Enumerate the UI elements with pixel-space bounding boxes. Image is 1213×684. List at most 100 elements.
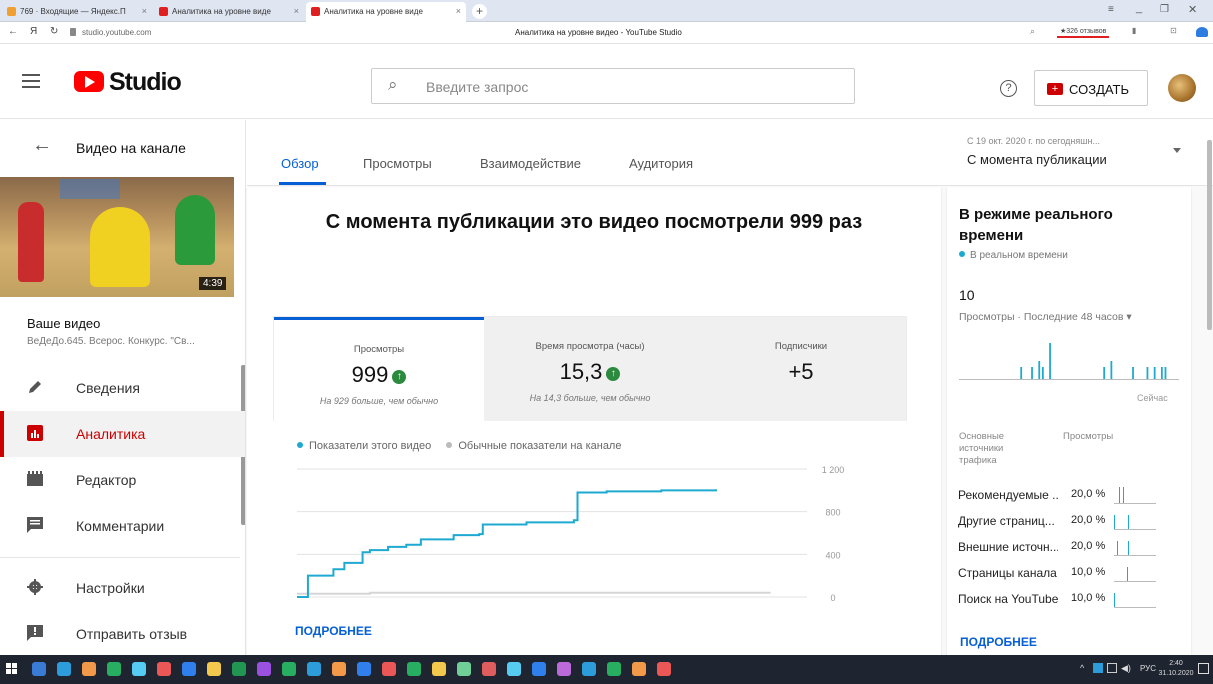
traffic-source-row[interactable]: Поиск на YouTube 10,0 %	[958, 587, 1178, 611]
taskbar-app-icon[interactable]	[482, 662, 496, 676]
browser-tab[interactable]: Аналитика на уровне виде ×	[154, 2, 304, 22]
taskbar-app-icon[interactable]	[32, 662, 46, 676]
tab-engagement[interactable]: Взаимодействие	[480, 156, 581, 171]
y-tick-label: 400	[825, 550, 840, 560]
search-box[interactable]: ⌕ Введите запрос	[371, 68, 855, 104]
tray-arrow-icon[interactable]: ^	[1080, 663, 1084, 673]
address-bar: ← Я ↻ studio.youtube.com Аналитика на ур…	[0, 22, 1213, 44]
traffic-source-row[interactable]: Другие страниц... 20,0 %	[958, 509, 1178, 533]
sidebar: ← Видео на канале 4:39 Ваше видео ВеДеДо…	[0, 120, 246, 655]
notifications-icon[interactable]	[1198, 663, 1209, 674]
taskbar-app-icon[interactable]	[232, 662, 246, 676]
video-thumbnail[interactable]: 4:39	[0, 177, 234, 297]
download-icon[interactable]	[1196, 27, 1208, 37]
avatar[interactable]	[1168, 74, 1196, 102]
taskbar-app-icon[interactable]	[582, 662, 596, 676]
back-arrow-icon[interactable]: ←	[32, 134, 52, 157]
browser-tab-active[interactable]: Аналитика на уровне виде ×	[306, 2, 466, 22]
menu-icon[interactable]: ≡	[1108, 4, 1114, 15]
taskbar-app-icon[interactable]	[657, 662, 671, 676]
channel-videos-link[interactable]: Видео на канале	[76, 140, 186, 156]
source-sparkline	[1114, 593, 1156, 608]
realtime-title: В режиме реального времени	[959, 206, 1113, 244]
clock[interactable]: 2:40 31.10.2020	[1157, 659, 1195, 679]
source-sparkline	[1114, 541, 1156, 556]
taskbar-app-icon[interactable]	[632, 662, 646, 676]
tab-audience[interactable]: Аудитория	[629, 156, 693, 171]
restore-icon[interactable]: ❐	[1160, 4, 1169, 15]
sidebar-item-settings[interactable]: Настройки	[0, 565, 245, 611]
taskbar-app-icon[interactable]	[82, 662, 96, 676]
date-range-select[interactable]: С 19 окт. 2020 г. по сегодняшн... С моме…	[967, 136, 1183, 176]
traffic-source-row[interactable]: Внешние источн... 20,0 %	[958, 535, 1178, 559]
realtime-more-link[interactable]: ПОДРОБНЕЕ	[960, 635, 1037, 649]
youtube-icon	[311, 7, 320, 16]
language-indicator[interactable]: РУС	[1140, 664, 1156, 673]
create-button[interactable]: + СОЗДАТЬ	[1034, 70, 1148, 106]
taskbar-app-icon[interactable]	[432, 662, 446, 676]
taskbar-app-icon[interactable]	[257, 662, 271, 676]
volume-icon[interactable]: ◀)	[1121, 663, 1131, 674]
taskbar-app-icon[interactable]	[307, 662, 321, 676]
close-tab-icon[interactable]: ×	[142, 6, 147, 16]
taskbar-app-icon[interactable]	[407, 662, 421, 676]
yandex-icon[interactable]: Я	[30, 26, 37, 37]
close-window-icon[interactable]: ✕	[1188, 3, 1197, 16]
extension-icon[interactable]: ⊡	[1170, 26, 1177, 35]
taskbar-app-icon[interactable]	[182, 662, 196, 676]
taskbar-app-icon[interactable]	[57, 662, 71, 676]
more-details-link[interactable]: ПОДРОБНЕЕ	[295, 624, 372, 638]
close-tab-icon[interactable]: ×	[294, 6, 299, 16]
tab-overview[interactable]: Обзор	[281, 156, 319, 171]
taskbar-app-icon[interactable]	[557, 662, 571, 676]
taskbar-app-icon[interactable]	[607, 662, 621, 676]
metric-views[interactable]: Просмотры 999 ↑ На 929 больше, чем обычно	[274, 317, 484, 421]
sidebar-item-analytics[interactable]: Аналитика	[0, 411, 245, 457]
metric-watch-time[interactable]: Время просмотра (часы) 15,3 ↑ На 14,3 бол…	[484, 317, 696, 421]
taskbar-app-icon[interactable]	[132, 662, 146, 676]
bookmark-icon[interactable]: ▮	[1132, 26, 1136, 35]
url-text[interactable]: studio.youtube.com	[82, 28, 151, 37]
taskbar-app-icon[interactable]	[382, 662, 396, 676]
taskbar-app-icon[interactable]	[532, 662, 546, 676]
new-tab-button[interactable]: +	[472, 4, 487, 19]
sidebar-item-feedback[interactable]: Отправить отзыв	[0, 611, 245, 655]
search-icon: ⌕	[388, 75, 398, 94]
taskbar-app-icon[interactable]	[207, 662, 221, 676]
taskbar-app-icon[interactable]	[282, 662, 296, 676]
traffic-source-row[interactable]: Страницы канала 10,0 %	[958, 561, 1178, 585]
help-icon[interactable]: ?	[1000, 80, 1017, 97]
taskbar-app-icon[interactable]	[107, 662, 121, 676]
battery-icon[interactable]	[1107, 663, 1117, 673]
tray-icon[interactable]	[1093, 663, 1103, 673]
minimize-icon[interactable]: _	[1136, 2, 1142, 14]
traffic-source-row[interactable]: Рекомендуемые ... 20,0 %	[958, 483, 1178, 507]
taskbar-app-icon[interactable]	[507, 662, 521, 676]
close-tab-icon[interactable]: ×	[456, 6, 461, 16]
windows-start-icon[interactable]	[6, 663, 18, 675]
back-icon[interactable]: ←	[8, 26, 18, 37]
taskbar-app-icon[interactable]	[332, 662, 346, 676]
reload-icon[interactable]: ↻	[50, 26, 58, 37]
hamburger-menu-icon[interactable]	[22, 74, 40, 88]
studio-header: Studio ⌕ Введите запрос ? + СОЗДАТЬ	[0, 44, 1213, 119]
taskbar-app-icon[interactable]	[157, 662, 171, 676]
search-icon[interactable]: ⌕	[1030, 26, 1035, 37]
y-tick-label: 0	[830, 593, 835, 603]
film-icon	[27, 471, 43, 487]
thumbnail-figure	[90, 207, 150, 287]
studio-logo-text[interactable]: Studio	[109, 68, 182, 97]
metric-subscribers[interactable]: Подписчики +5	[696, 317, 906, 421]
sidebar-item-editor[interactable]: Редактор	[0, 457, 245, 503]
page-scrollbar[interactable]	[1207, 140, 1212, 330]
search-input[interactable]: Введите запрос	[426, 79, 528, 95]
taskbar-app-icon[interactable]	[457, 662, 471, 676]
browser-tab[interactable]: 769 · Входящие — Яндекс.П ×	[2, 2, 152, 22]
realtime-caption[interactable]: Просмотры · Последние 48 часов ▾	[959, 311, 1132, 323]
tab-views[interactable]: Просмотры	[363, 156, 432, 171]
reviews-badge[interactable]: ★326 отзывов	[1057, 26, 1110, 38]
sidebar-item-comments[interactable]: Комментарии	[0, 503, 245, 549]
youtube-logo-icon[interactable]	[74, 71, 104, 92]
taskbar-app-icon[interactable]	[357, 662, 371, 676]
sidebar-item-details[interactable]: Сведения	[0, 365, 245, 411]
